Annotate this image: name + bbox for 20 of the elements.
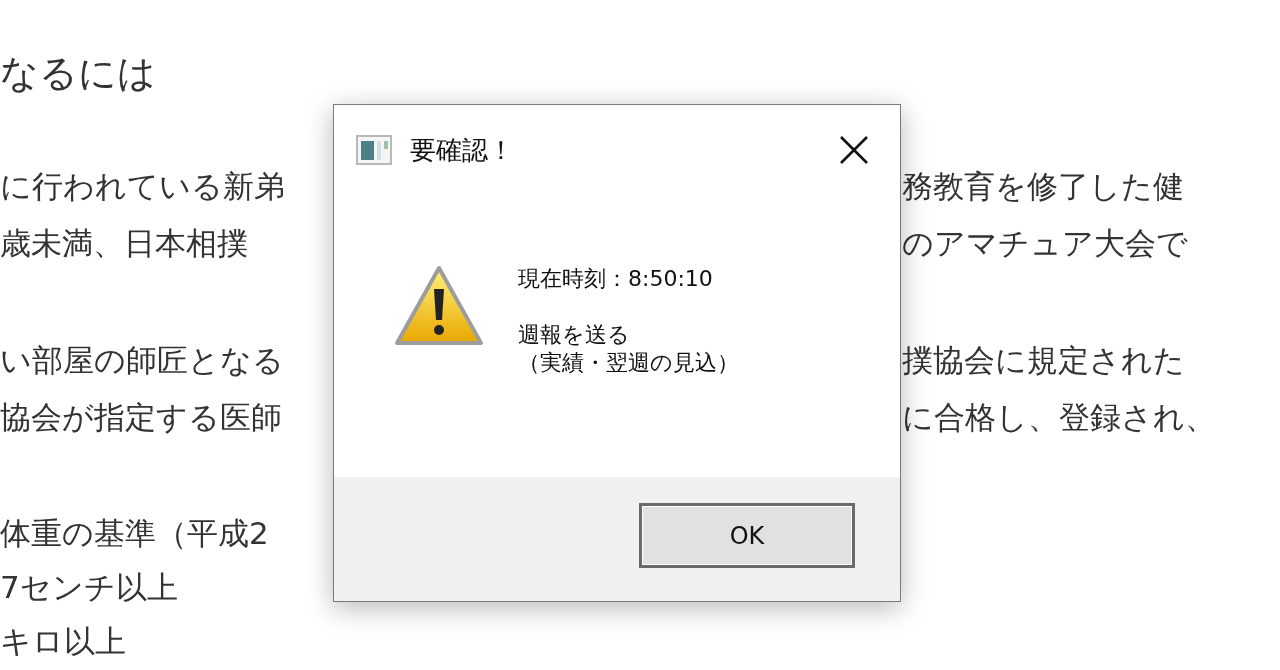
message-text: （実績・翌週の見込） [518, 349, 739, 377]
warning-icon [394, 265, 484, 347]
page-heading: なるには [0, 51, 156, 95]
ok-button[interactable]: OK [639, 503, 855, 568]
window-title: 要確認！ [410, 133, 515, 167]
body-text: 撲協会に規定された [902, 341, 1185, 380]
message-text: 現在時刻：8:50:10 [518, 265, 714, 293]
body-text: 務教育を修了した健 [902, 167, 1184, 206]
app-icon [356, 135, 392, 165]
message-text: 週報を送る [518, 321, 631, 349]
body-text: のアマチュア大会で [902, 224, 1188, 263]
body-text: 歳未満、日本相撲 [0, 225, 248, 261]
body-text: 7センチ以上 [0, 569, 178, 605]
body-text: に行われている新弟 [0, 168, 285, 204]
body-text: 協会が指定する医師 [0, 399, 282, 435]
body-text: い部屋の師匠となる [0, 342, 284, 378]
body-text: に合格し、登録され、 [902, 398, 1216, 437]
body-text: 体重の基準（平成2 [0, 515, 269, 551]
body-text: キロ以上 [0, 623, 126, 659]
close-icon [838, 134, 870, 166]
